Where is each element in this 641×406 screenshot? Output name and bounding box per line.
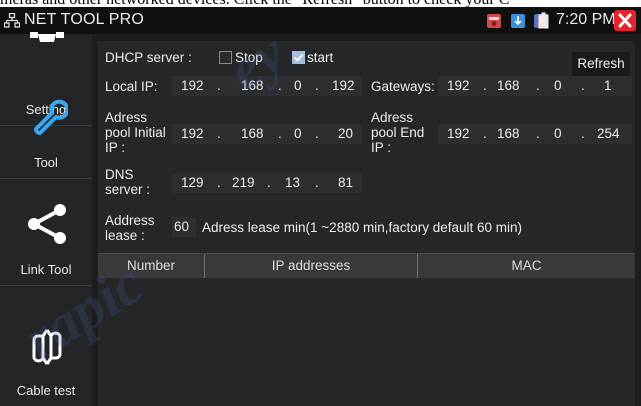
dhcp-panel: DHCP server : Stop start Refresh Local I…: [98, 41, 635, 406]
refresh-button[interactable]: Refresh: [572, 52, 630, 76]
ip-octet: 20: [338, 126, 354, 141]
sidebar-item-tool[interactable]: Tool: [0, 87, 92, 179]
ip-octet: 219: [232, 175, 255, 190]
close-icon: [618, 13, 632, 28]
gear-icon: [30, 32, 64, 42]
sidebar-item-cable-test[interactable]: Cable test: [0, 314, 92, 406]
table-body: [98, 278, 635, 406]
ip-octet: 168: [241, 78, 264, 93]
stop-label: Stop: [235, 50, 263, 65]
ip-octet: 254: [597, 126, 620, 141]
lease-note: Adress lease min(1 ~2880 min,factory def…: [202, 220, 523, 235]
pool-end-field[interactable]: 192 . 168 . 0 . 254: [438, 124, 632, 144]
ip-octet: 192: [332, 78, 355, 93]
dhcp-server-label: DHCP server :: [105, 50, 192, 65]
local-ip-field[interactable]: 192 . 168 . 0 . 192: [172, 76, 362, 96]
device-screen: NET TOOL PRO 7:20 PM Setting Tool Link T…: [0, 7, 641, 406]
ip-octet: 81: [338, 175, 354, 190]
gateways-field[interactable]: 192 . 168 . 0 . 1: [438, 76, 632, 96]
usb-download-icon: [511, 14, 525, 28]
start-checkbox[interactable]: [292, 51, 305, 64]
app-title: NET TOOL PRO: [24, 11, 145, 28]
ip-octet: 129: [181, 175, 204, 190]
dns-label: DNS server :: [105, 167, 151, 197]
wrench-icon: [34, 99, 68, 135]
share-icon: [28, 204, 66, 244]
close-button[interactable]: [614, 10, 636, 31]
dns-field[interactable]: 129 . 219 . 13 . 81: [172, 173, 362, 193]
cable-test-icon: [32, 329, 62, 365]
sidebar-item-label: Cable test: [16, 383, 76, 398]
address-lease-field[interactable]: 60: [172, 217, 196, 237]
ip-octet: 0: [294, 78, 302, 93]
check-icon: [293, 53, 304, 62]
column-ip-addresses: IP addresses: [271, 258, 351, 273]
column-number: Number: [126, 258, 175, 273]
record-icon: [487, 14, 501, 28]
lease-value: 60: [174, 219, 190, 234]
battery-icon: [538, 12, 549, 29]
ip-octet: 192: [447, 78, 470, 93]
start-label: start: [307, 50, 334, 65]
ip-octet: 168: [497, 126, 520, 141]
sidebar-item-label: Tool: [34, 155, 58, 170]
sidebar-item-label: Link Tool: [20, 262, 72, 277]
ip-octet: 0: [554, 78, 562, 93]
local-ip-label: Local IP:: [105, 79, 158, 94]
column-mac: MAC: [511, 258, 542, 273]
address-lease-label: Address lease :: [105, 213, 155, 243]
status-clock: 7:20 PM: [556, 11, 616, 28]
ip-octet: 0: [554, 126, 562, 141]
ip-octet: 1: [604, 78, 612, 93]
sidebar: Setting Tool Link Tool Cable test: [0, 32, 92, 406]
stop-checkbox[interactable]: [219, 51, 232, 64]
network-icon: [4, 13, 20, 28]
table-header: Number IP addresses MAC: [98, 253, 635, 278]
ip-octet: 168: [241, 126, 264, 141]
ip-octet: 13: [285, 175, 301, 190]
pool-initial-label: Adress pool Initial IP :: [105, 110, 166, 155]
ip-octet: 168: [497, 78, 520, 93]
pool-initial-field[interactable]: 192 . 168 . 0 . 20: [172, 124, 362, 144]
ip-octet: 192: [181, 126, 204, 141]
ip-octet: 0: [294, 126, 302, 141]
gateways-label: Gateways:: [371, 79, 435, 94]
pool-end-label: Adress pool End IP :: [371, 110, 425, 155]
ip-octet: 192: [181, 78, 204, 93]
sidebar-item-link-tool[interactable]: Link Tool: [0, 194, 92, 286]
status-bar: NET TOOL PRO 7:20 PM: [0, 7, 641, 34]
ip-octet: 192: [447, 126, 470, 141]
